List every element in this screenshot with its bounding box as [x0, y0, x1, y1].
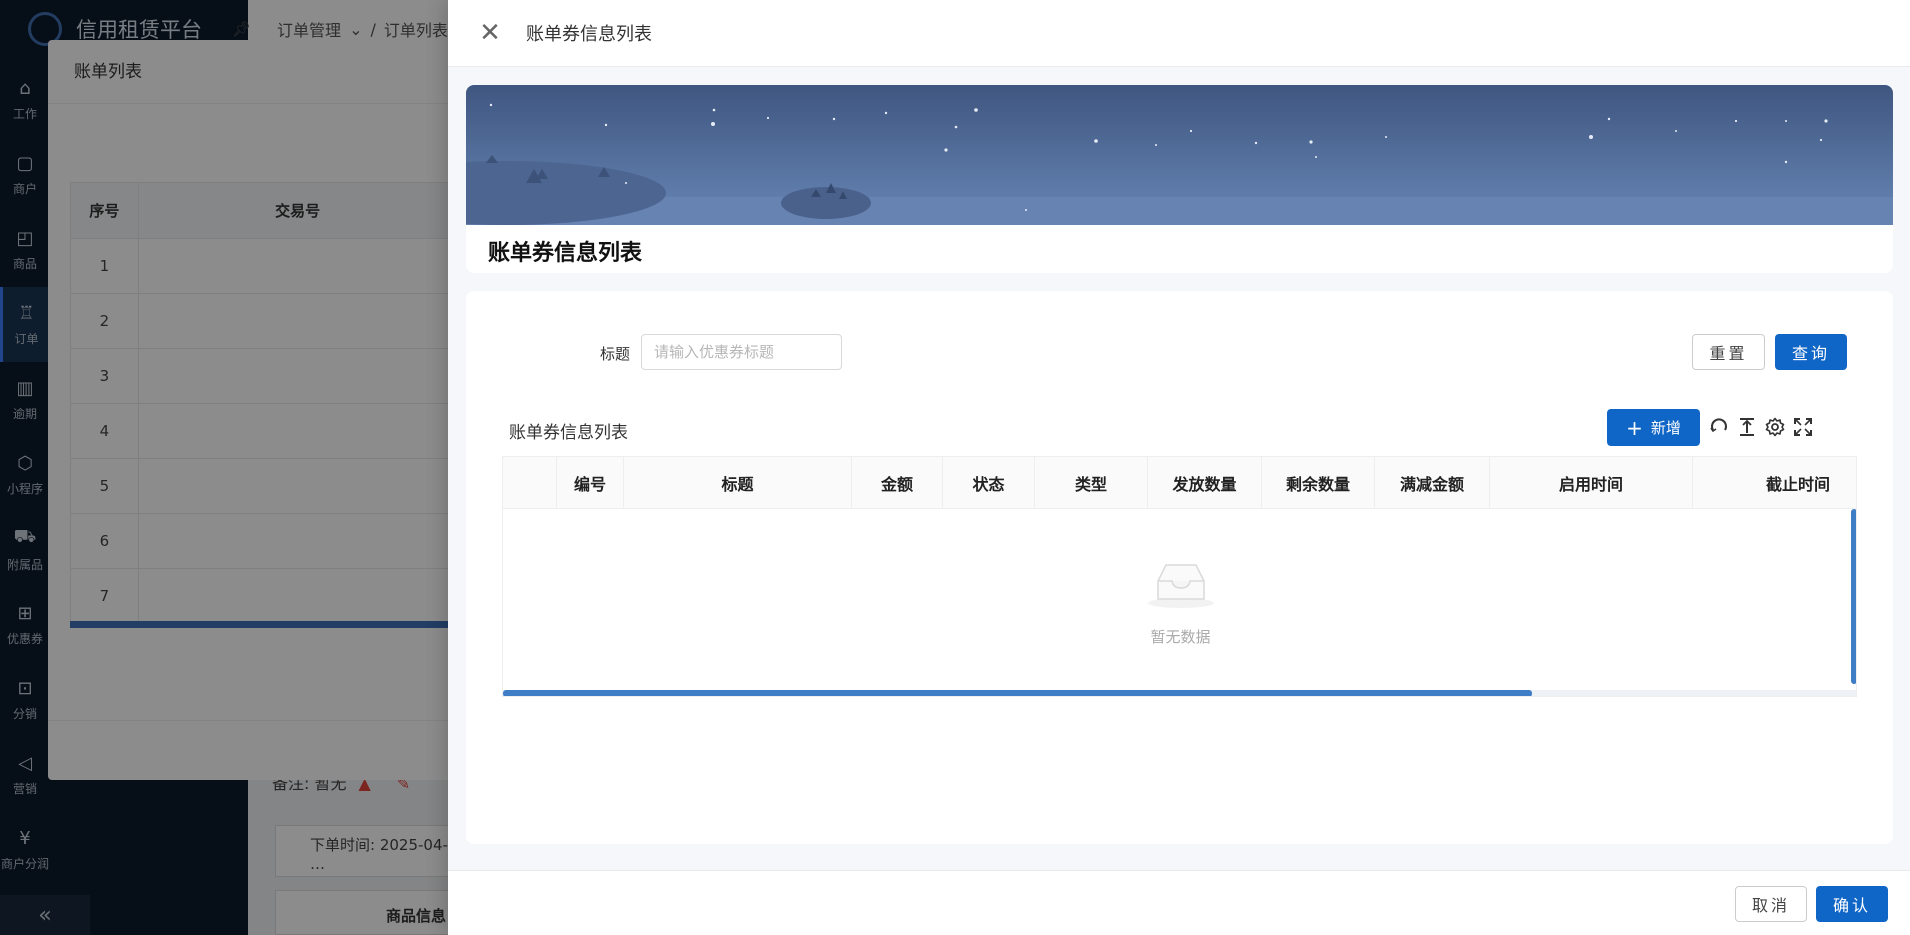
table-vertical-scrollbar[interactable] [1851, 509, 1856, 684]
banner-title: 账单券信息列表 [488, 241, 643, 266]
column-title[interactable]: 标题 [624, 457, 852, 509]
table-horizontal-scrollbar[interactable] [503, 690, 1532, 696]
column-issued-count[interactable]: 发放数量 [1148, 457, 1262, 509]
coupon-table: 编号 标题 金额 状态 类型 发放数量 剩余数量 满减金额 启用时间 截止时间 … [502, 456, 1857, 697]
empty-state: 暂无数据 [503, 509, 1856, 687]
column-type[interactable]: 类型 [1035, 457, 1148, 509]
gear-icon[interactable] [1762, 414, 1788, 440]
empty-inbox-icon [1148, 564, 1214, 608]
drawer-footer: 取消 确认 [448, 870, 1910, 935]
empty-text: 暂无数据 [1150, 628, 1211, 646]
column-start-time[interactable]: 启用时间 [1490, 457, 1693, 509]
close-icon[interactable]: ✕ [470, 13, 510, 53]
query-button[interactable]: 查询 [1775, 334, 1847, 370]
night-sky-banner [466, 85, 1893, 225]
reset-button[interactable]: 重置 [1692, 334, 1765, 370]
column-discount-amount[interactable]: 满减金额 [1375, 457, 1490, 509]
drawer-header: ✕ 账单券信息列表 [448, 0, 1910, 67]
drawer-title: 账单券信息列表 [526, 24, 652, 45]
fullscreen-icon[interactable] [1790, 414, 1816, 440]
confirm-button[interactable]: 确认 [1816, 886, 1888, 922]
column-selection [503, 457, 557, 509]
column-status[interactable]: 状态 [943, 457, 1035, 509]
refresh-icon[interactable] [1706, 414, 1732, 440]
banner-card: 账单券信息列表 [466, 85, 1893, 273]
column-id[interactable]: 编号 [557, 457, 624, 509]
cancel-button[interactable]: 取消 [1735, 886, 1807, 922]
column-height-icon[interactable] [1734, 414, 1760, 440]
content-card: 标题 重置 查询 账单券信息列表 + 新增 编号 标题 金额 状态 [466, 291, 1893, 844]
column-end-time[interactable]: 截止时间 [1693, 457, 1856, 509]
add-button[interactable]: + 新增 [1607, 409, 1700, 446]
coupon-title-search-input[interactable] [641, 334, 842, 370]
table-title: 账单券信息列表 [509, 423, 628, 443]
coupon-drawer: ✕ 账单券信息列表 账单券信息列表 标题 请输入优惠券标题 重置 查询 账单券信… [448, 0, 1910, 935]
title-search-label: 标题 [600, 345, 631, 363]
add-button-label: 新增 [1650, 419, 1681, 437]
plus-icon: + [1626, 415, 1643, 440]
column-amount[interactable]: 金额 [852, 457, 943, 509]
column-remaining-count[interactable]: 剩余数量 [1262, 457, 1375, 509]
table-header: 编号 标题 金额 状态 类型 发放数量 剩余数量 满减金额 启用时间 截止时间 [503, 457, 1856, 509]
